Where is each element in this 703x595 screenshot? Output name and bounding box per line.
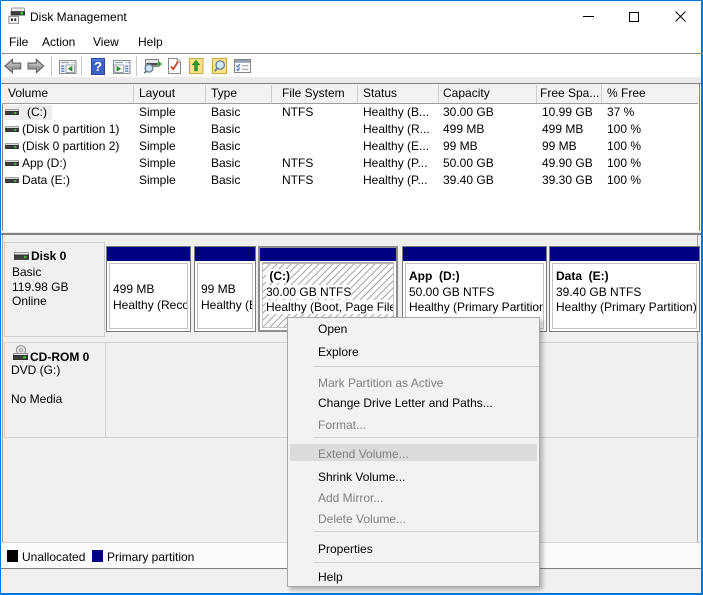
svg-text:?: ? (94, 59, 102, 74)
